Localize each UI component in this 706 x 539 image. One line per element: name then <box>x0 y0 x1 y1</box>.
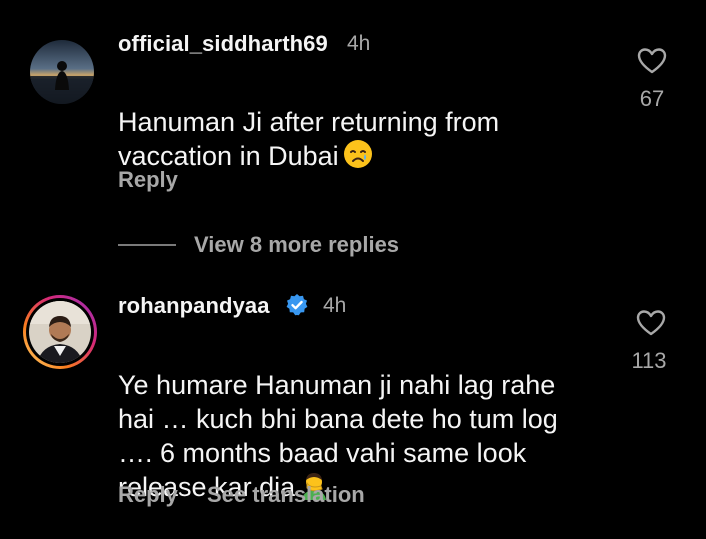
comment-username[interactable]: rohanpandyaa <box>118 293 270 319</box>
divider-line <box>118 244 176 246</box>
comment-timestamp: 4h <box>347 32 371 55</box>
like-count: 113 <box>631 348 667 373</box>
comment-1: official_siddharth69 4h Hanuman Ji after… <box>0 0 706 230</box>
like-heart-icon[interactable] <box>637 47 667 80</box>
avatar[interactable] <box>30 40 94 104</box>
verified-badge-icon <box>285 293 309 322</box>
comment-username[interactable]: official_siddharth69 <box>118 31 328 57</box>
comment-timestamp: 4h <box>323 294 347 317</box>
reply-button[interactable]: Reply <box>118 167 178 193</box>
view-more-replies-button[interactable]: View 8 more replies <box>118 230 399 260</box>
like-heart-icon[interactable] <box>636 309 666 342</box>
comment-2: rohanpandyaa 4h Ye humare Hanuman ji nah… <box>0 280 706 530</box>
comment-text: Ye humare Hanuman ji nahi lag rahe hai …… <box>118 334 618 508</box>
comment-text-content: Hanuman Ji after returning from vaccatio… <box>118 107 500 171</box>
reply-button[interactable]: Reply <box>118 482 178 508</box>
see-translation-button[interactable]: See translation <box>207 482 365 508</box>
view-more-replies-label: View 8 more replies <box>194 232 400 257</box>
crying-face-emoji <box>343 139 373 177</box>
like-count: 67 <box>639 86 665 111</box>
comment-text: Hanuman Ji after returning from vaccatio… <box>118 71 588 177</box>
avatar-with-story-ring[interactable] <box>22 294 98 370</box>
